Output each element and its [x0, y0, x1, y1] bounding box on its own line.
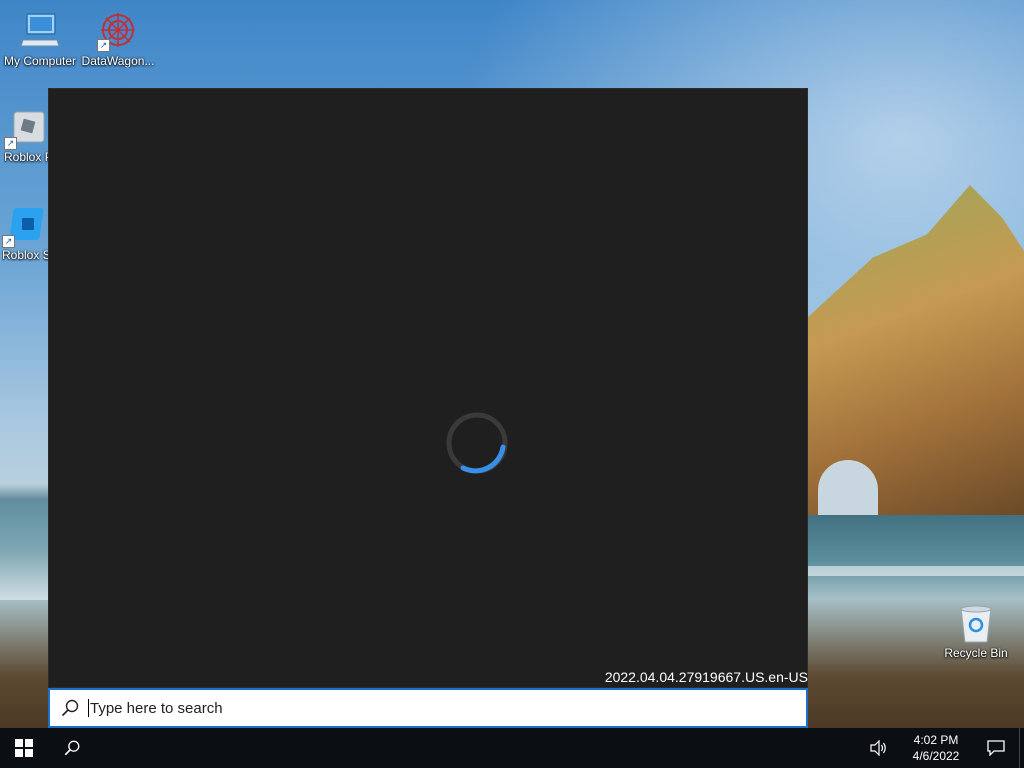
action-center-button[interactable] [973, 728, 1019, 768]
shortcut-arrow-icon: ↗ [2, 235, 15, 248]
desktop-icon-label: My Computer [3, 54, 77, 68]
taskbar: 4:02 PM 4/6/2022 [0, 728, 1024, 768]
search-icon [64, 740, 80, 756]
desktop-icon-label: DataWagon... [81, 54, 155, 68]
version-label: 2022.04.04.27919667.US.en-US [604, 669, 808, 685]
start-search-panel [48, 88, 808, 688]
recycle-bin-icon [955, 602, 997, 644]
search-placeholder: Type here to search [90, 699, 223, 717]
action-center-icon [987, 740, 1005, 756]
desktop-icon-label: Roblox S [2, 248, 48, 262]
start-button[interactable] [0, 728, 48, 768]
search-input[interactable]: Type here to search [48, 688, 808, 728]
roblox-studio-icon: ↗ [2, 206, 44, 248]
desktop-icon-roblox-player[interactable]: ↗ Roblox P [0, 108, 50, 164]
taskbar-search-button[interactable] [48, 728, 96, 768]
taskbar-clock[interactable]: 4:02 PM 4/6/2022 [899, 732, 973, 764]
loading-spinner-icon [446, 412, 508, 474]
desktop-icon-label: Recycle Bin [944, 646, 1008, 660]
computer-icon [19, 10, 61, 52]
desktop-icon-datawagon[interactable]: ↗ DataWagon... [78, 10, 158, 68]
desktop-icon-label: Roblox P [4, 150, 50, 164]
shortcut-arrow-icon: ↗ [97, 39, 110, 52]
show-desktop-button[interactable] [1019, 728, 1024, 768]
wallpaper-arch [818, 460, 878, 515]
clock-date: 4/6/2022 [912, 749, 960, 763]
volume-icon [870, 740, 886, 756]
shortcut-arrow-icon: ↗ [4, 137, 17, 150]
search-icon [61, 699, 79, 717]
wallpaper-sea-left [0, 500, 48, 600]
desktop-icon-recycle-bin[interactable]: Recycle Bin [936, 602, 1016, 660]
text-caret [88, 699, 89, 717]
desktop-icon-roblox-studio[interactable]: ↗ Roblox S [0, 206, 48, 262]
wallpaper-foam [808, 566, 1024, 576]
roblox-player-icon: ↗ [4, 108, 46, 150]
desktop-icon-my-computer[interactable]: My Computer [0, 10, 80, 68]
system-tray: 4:02 PM 4/6/2022 [865, 728, 1024, 768]
windows-logo-icon [15, 739, 33, 757]
volume-button[interactable] [865, 728, 893, 768]
datawagon-icon: ↗ [97, 10, 139, 52]
clock-time: 4:02 PM [913, 733, 959, 747]
